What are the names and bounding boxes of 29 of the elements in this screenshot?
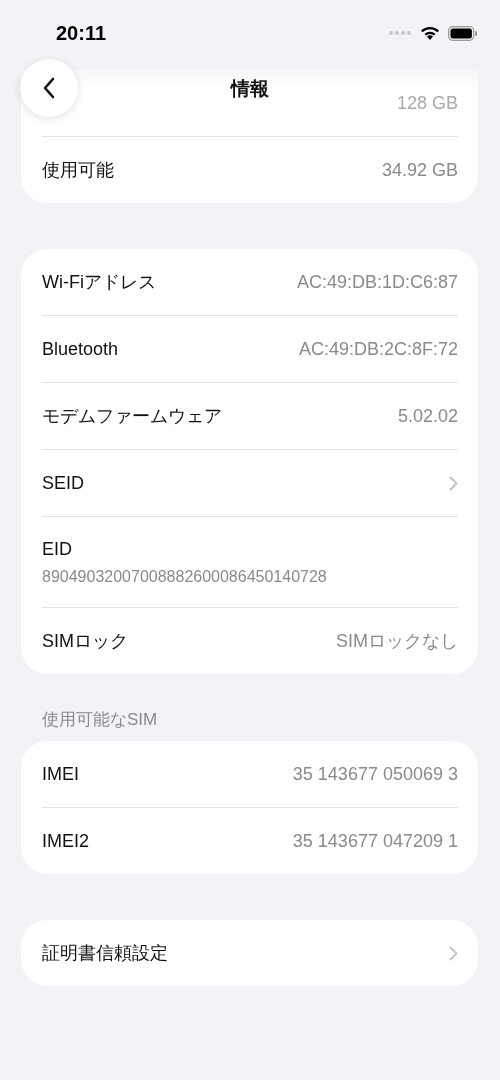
section-header: 使用可能なSIM <box>42 709 159 731</box>
row-value: 128 GB <box>396 92 458 114</box>
row-label: Wi-Fiアドレス <box>42 271 156 294</box>
row-label: モデムファームウェア <box>42 405 222 428</box>
row-value: SIMロックなし <box>336 630 458 653</box>
row-label: SIMロック <box>42 630 128 653</box>
settings-row[interactable]: SEID <box>21 450 478 516</box>
row-value: 35 143677 047209 1 <box>292 830 458 852</box>
row-label: IMEI2 <box>42 830 89 852</box>
chevron-right-icon <box>449 475 458 491</box>
row-value: 5.02.02 <box>397 405 458 427</box>
row-value: AC:49:DB:1D:C6:87 <box>296 271 458 293</box>
nav-title: 情報 <box>229 77 270 101</box>
row-value: 89049032007008882600086450140728 <box>42 567 327 586</box>
row-value: 35 143677 050069 3 <box>292 763 458 785</box>
row-label: EID <box>42 538 72 560</box>
wifi-icon <box>420 25 440 41</box>
chevron-left-icon <box>42 77 56 99</box>
back-button[interactable] <box>20 59 78 117</box>
signal-dots-icon <box>388 30 412 36</box>
row-label: IMEI <box>42 763 79 785</box>
row-value: AC:49:DB:2C:8F:72 <box>298 338 458 360</box>
chevron-right-icon <box>449 945 458 961</box>
row-label: 使用可能 <box>42 159 114 182</box>
status-time: 20:11 <box>56 21 107 45</box>
battery-icon <box>448 25 478 41</box>
row-value: 34.92 GB <box>381 159 458 181</box>
settings-row[interactable]: 証明書信頼設定 <box>21 920 478 986</box>
row-label: Bluetooth <box>42 338 119 360</box>
